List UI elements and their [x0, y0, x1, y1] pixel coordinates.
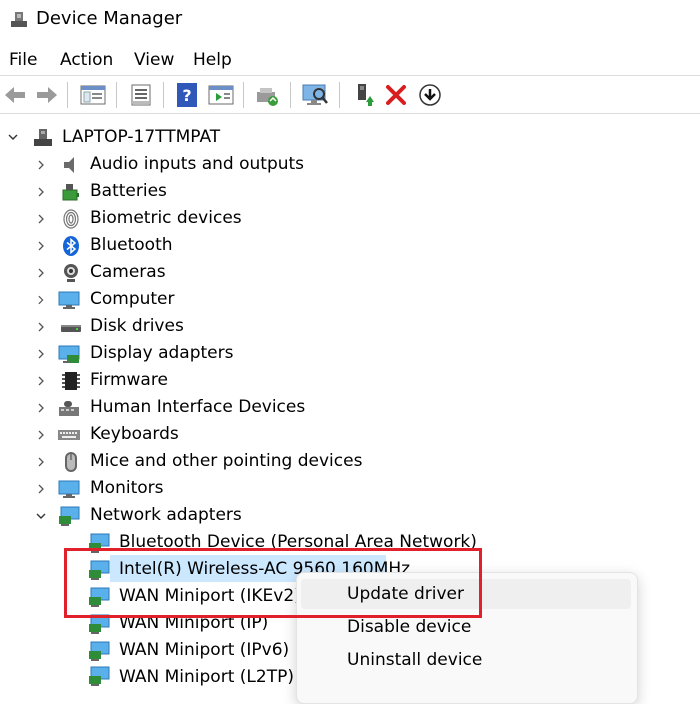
tree-item-biometric[interactable]: Biometric devices [90, 208, 242, 228]
show-hide-console-tree-icon[interactable] [78, 80, 108, 110]
scan-hardware-icon[interactable] [300, 80, 330, 110]
device-manager-app-icon [11, 12, 27, 27]
uninstall-device-menu-item[interactable]: Uninstall device [347, 650, 482, 670]
properties-icon[interactable] [126, 80, 156, 110]
disable-device-menu-item[interactable]: Disable device [347, 617, 471, 637]
menu-view[interactable]: View [134, 50, 174, 70]
tree-item-audio[interactable]: Audio inputs and outputs [90, 154, 304, 174]
tree-item-hid[interactable]: Human Interface Devices [90, 397, 305, 417]
window-title: Device Manager [36, 8, 183, 29]
chevron-right-icon[interactable] [35, 483, 47, 495]
chevron-right-icon[interactable] [35, 213, 47, 225]
chevron-right-icon[interactable] [35, 375, 47, 387]
menu-action[interactable]: Action [60, 50, 113, 70]
update-driver-icon[interactable] [252, 80, 282, 110]
chevron-right-icon[interactable] [35, 159, 47, 171]
computer-icon [58, 291, 80, 309]
enable-device-icon[interactable] [349, 80, 379, 110]
menu-bar: File Action View Help [0, 45, 700, 75]
tree-item-monitors[interactable]: Monitors [90, 478, 163, 498]
highlight-annotation-box [64, 548, 482, 618]
toolbar-separator [116, 82, 117, 108]
tree-item-wan-l2tp[interactable]: WAN Miniport (L2TP) [119, 667, 294, 687]
back-arrow-icon[interactable] [0, 80, 30, 110]
network-adapter-icon [59, 506, 80, 526]
chevron-right-icon[interactable] [35, 456, 47, 468]
toolbar-separator [290, 82, 291, 108]
mouse-icon [65, 452, 77, 472]
toolbar-separator [67, 82, 68, 108]
help-icon[interactable]: ? [172, 80, 202, 110]
hid-icon [59, 401, 79, 416]
camera-icon [64, 264, 78, 282]
tree-item-firmware[interactable]: Firmware [90, 370, 168, 390]
toolbar-separator [243, 82, 244, 108]
computer-root-icon [34, 129, 52, 146]
action-pane-icon[interactable] [206, 80, 236, 110]
keyboard-icon [58, 430, 80, 440]
chevron-right-icon[interactable] [35, 186, 47, 198]
bluetooth-icon [63, 236, 79, 256]
chevron-right-icon[interactable] [35, 348, 47, 360]
chevron-right-icon[interactable] [35, 402, 47, 414]
chevron-right-icon[interactable] [35, 321, 47, 333]
firmware-chip-icon [62, 372, 80, 390]
svg-text:?: ? [182, 86, 191, 105]
battery-icon [62, 184, 79, 201]
forward-arrow-icon[interactable] [32, 80, 62, 110]
speaker-icon [64, 157, 74, 173]
download-icon[interactable] [415, 80, 445, 110]
display-adapter-icon [58, 345, 80, 363]
tree-item-mice[interactable]: Mice and other pointing devices [90, 451, 362, 471]
toolbar-separator-line [0, 113, 700, 114]
toolbar-separator [163, 82, 164, 108]
toolbar: ? [0, 76, 700, 114]
menu-help[interactable]: Help [193, 50, 232, 70]
chevron-right-icon[interactable] [35, 267, 47, 279]
tree-item-network-adapters[interactable]: Network adapters [90, 505, 242, 525]
menu-file[interactable]: File [9, 50, 37, 70]
chevron-right-icon[interactable] [35, 240, 47, 252]
tree-item-keyboards[interactable]: Keyboards [90, 424, 179, 444]
fingerprint-icon [63, 209, 79, 229]
chevron-right-icon[interactable] [35, 294, 47, 306]
tree-item-bluetooth[interactable]: Bluetooth [90, 235, 173, 255]
uninstall-device-icon[interactable] [381, 80, 411, 110]
tree-root-label[interactable]: LAPTOP-17TTMPAT [62, 127, 220, 147]
tree-item-computer[interactable]: Computer [90, 289, 175, 309]
tree-item-display-adapters[interactable]: Display adapters [90, 343, 233, 363]
tree-item-wan-ipv6[interactable]: WAN Miniport (IPv6) [119, 640, 289, 660]
chevron-down-icon[interactable] [7, 131, 19, 143]
tree-item-batteries[interactable]: Batteries [90, 181, 167, 201]
network-adapter-icon [89, 641, 110, 661]
chevron-right-icon[interactable] [35, 429, 47, 441]
tree-item-cameras[interactable]: Cameras [90, 262, 166, 282]
monitor-icon [58, 480, 80, 498]
toolbar-separator [339, 82, 340, 108]
disk-drive-icon [61, 325, 81, 332]
title-bar: Device Manager [0, 0, 700, 40]
chevron-down-icon[interactable] [35, 510, 47, 522]
network-adapter-icon [89, 666, 110, 686]
tree-item-disk-drives[interactable]: Disk drives [90, 316, 184, 336]
